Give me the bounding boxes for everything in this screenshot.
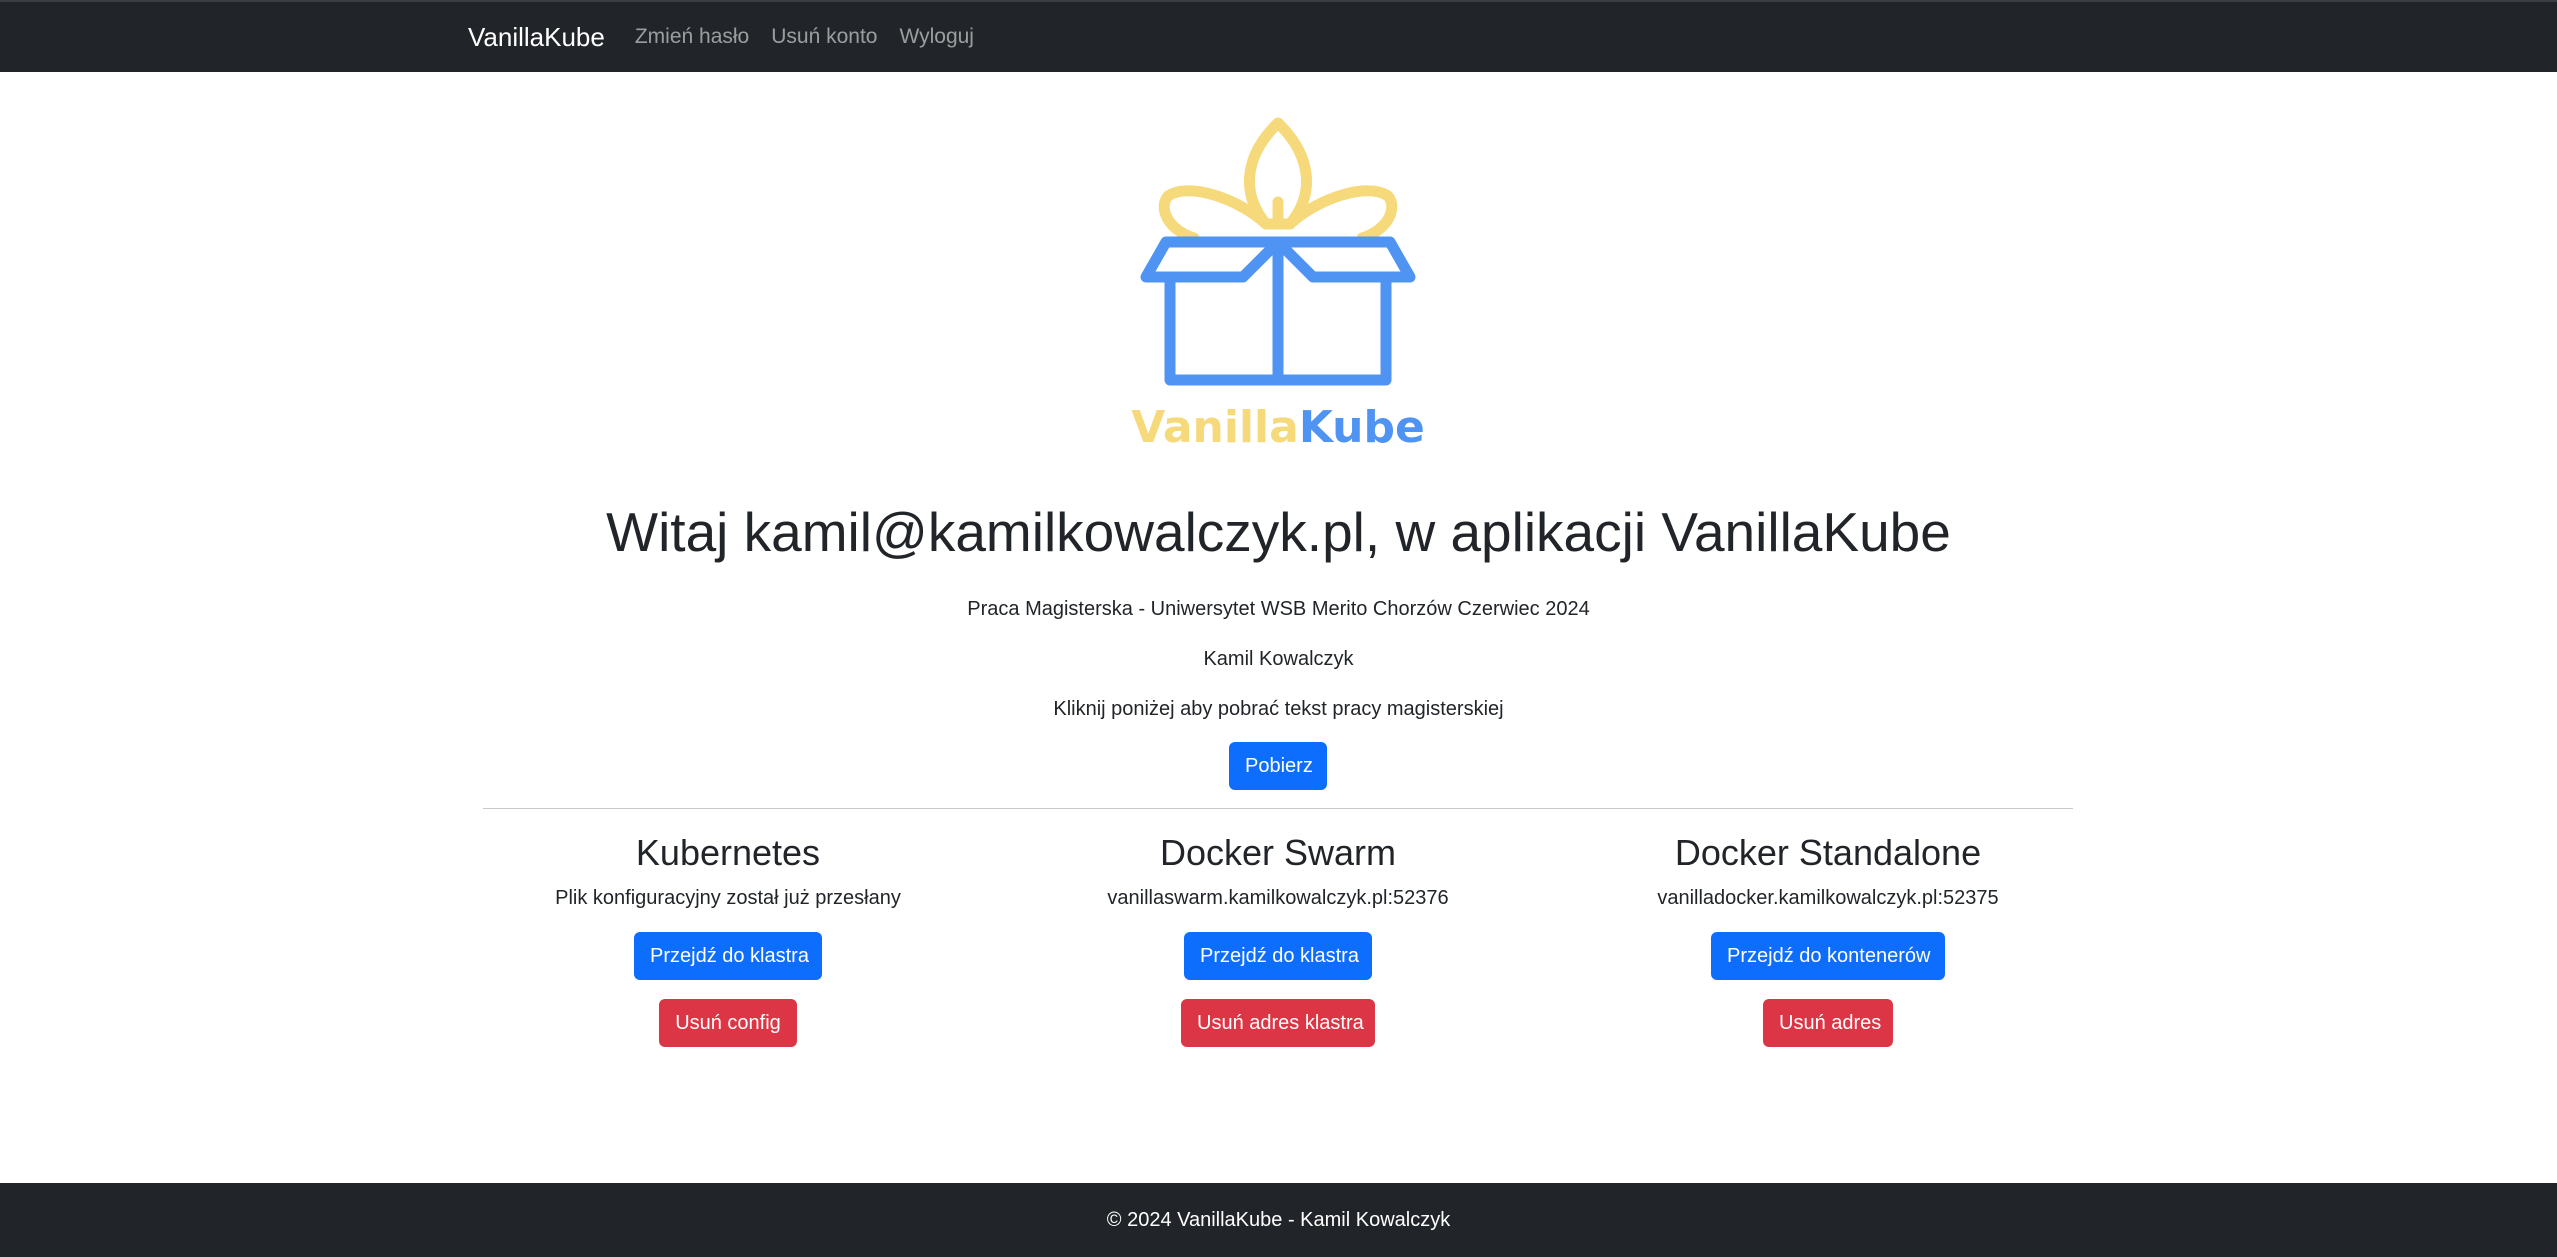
- logo-wordmark: VanillaKube: [1131, 402, 1425, 452]
- navbar-inner: VanillaKube Zmień hasło Usuń konto Wylog…: [468, 2, 996, 72]
- navbar-brand[interactable]: VanillaKube: [468, 22, 605, 53]
- flower-icon: [1158, 117, 1398, 244]
- logo-word-vanilla: Vanilla: [1131, 402, 1299, 452]
- docker-swarm-address: vanillaswarm.kamilkowalczyk.pl:52376: [1107, 887, 1449, 909]
- nav-link-change-password[interactable]: Zmień hasło: [635, 25, 749, 49]
- download-instruction: Kliknij poniżej aby pobrać tekst pracy m…: [1053, 698, 1504, 720]
- kubernetes-status: Plik konfiguracyjny został już przesłany: [555, 887, 901, 909]
- docker-standalone-address: vanilladocker.kamilkowalczyk.pl:52375: [1657, 887, 1999, 909]
- docker-standalone-delete-address-button[interactable]: Usuń adres: [1763, 999, 1893, 1047]
- navbar: VanillaKube Zmień hasło Usuń konto Wylog…: [0, 0, 2557, 72]
- kubernetes-delete-config-button[interactable]: Usuń config: [659, 999, 797, 1047]
- vanillakube-logo: VanillaKube: [1131, 117, 1425, 452]
- section-divider: [483, 808, 2073, 809]
- kubernetes-title: Kubernetes: [635, 832, 821, 873]
- logo-word-kube: Kube: [1299, 402, 1425, 452]
- docker-standalone-go-to-containers-button[interactable]: Przejdź do kontenerów: [1711, 932, 1945, 980]
- nav-link-delete-account[interactable]: Usuń konto: [771, 25, 877, 49]
- nav-link-logout[interactable]: Wyloguj: [899, 25, 974, 49]
- thesis-subtitle: Praca Magisterska - Uniwersytet WSB Meri…: [967, 598, 1590, 620]
- box-icon: [1140, 236, 1416, 386]
- kubernetes-go-to-cluster-button[interactable]: Przejdź do klastra: [634, 932, 822, 980]
- author-name: Kamil Kowalczyk: [1203, 648, 1354, 670]
- footer-copyright: © 2024 VanillaKube - Kamil Kowalczyk: [1106, 1209, 1451, 1231]
- docker-standalone-title: Docker Standalone: [1674, 832, 1982, 873]
- welcome-title: Witaj kamil@kamilkowalczyk.pl, w aplikac…: [606, 501, 1951, 563]
- footer: © 2024 VanillaKube - Kamil Kowalczyk: [0, 1183, 2557, 1257]
- docker-swarm-delete-address-button[interactable]: Usuń adres klastra: [1181, 999, 1375, 1047]
- docker-swarm-title: Docker Swarm: [1159, 832, 1397, 873]
- download-button[interactable]: Pobierz: [1229, 742, 1327, 790]
- docker-swarm-go-to-cluster-button[interactable]: Przejdź do klastra: [1184, 932, 1372, 980]
